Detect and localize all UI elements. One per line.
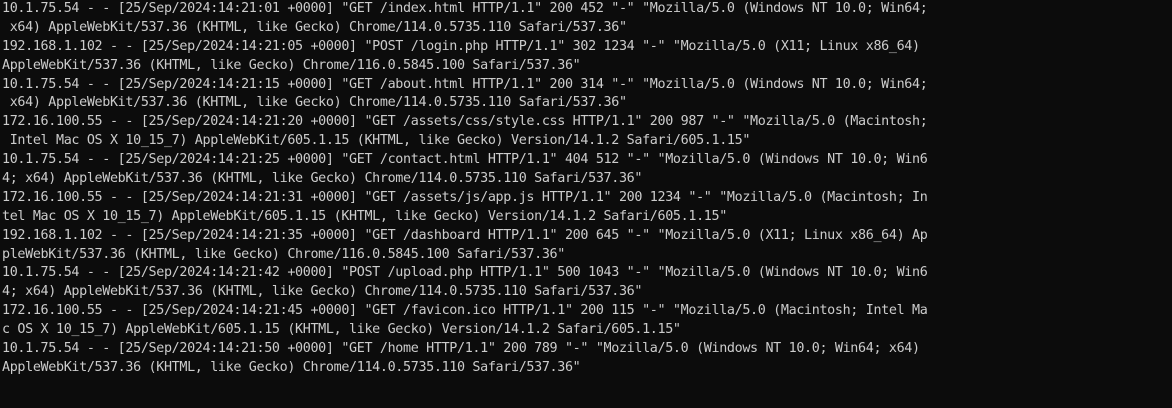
log-line: 172.16.100.55 - - [25/Sep/2024:14:21:20 …: [2, 114, 928, 130]
terminal-output[interactable]: 10.1.75.54 - - [25/Sep/2024:14:21:01 +00…: [0, 0, 1172, 408]
log-line: c OS X 10_15_7) AppleWebKit/605.1.15 (KH…: [2, 322, 681, 338]
log-line: 10.1.75.54 - - [25/Sep/2024:14:21:15 +00…: [2, 76, 928, 92]
log-line: 10.1.75.54 - - [25/Sep/2024:14:21:25 +00…: [2, 152, 928, 168]
log-line: 10.1.75.54 - - [25/Sep/2024:14:21:50 +00…: [2, 341, 920, 357]
log-line: 192.168.1.102 - - [25/Sep/2024:14:21:35 …: [2, 227, 928, 243]
log-line: x64) AppleWebKit/537.36 (KHTML, like Gec…: [2, 19, 627, 35]
log-line: 10.1.75.54 - - [25/Sep/2024:14:21:42 +00…: [2, 265, 928, 281]
log-line: pleWebKit/537.36 (KHTML, like Gecko) Chr…: [2, 246, 565, 262]
log-line: tel Mac OS X 10_15_7) AppleWebKit/605.1.…: [2, 208, 727, 224]
log-line: AppleWebKit/537.36 (KHTML, like Gecko) C…: [2, 359, 581, 375]
log-line: x64) AppleWebKit/537.36 (KHTML, like Gec…: [2, 95, 627, 111]
log-line: 4; x64) AppleWebKit/537.36 (KHTML, like …: [2, 284, 643, 300]
log-line: 192.168.1.102 - - [25/Sep/2024:14:21:05 …: [2, 38, 920, 54]
log-line: 10.1.75.54 - - [25/Sep/2024:14:21:01 +00…: [2, 1, 928, 16]
log-line: 172.16.100.55 - - [25/Sep/2024:14:21:45 …: [2, 303, 928, 319]
log-line: Intel Mac OS X 10_15_7) AppleWebKit/605.…: [2, 133, 751, 149]
log-line: 4; x64) AppleWebKit/537.36 (KHTML, like …: [2, 171, 643, 187]
log-line: 172.16.100.55 - - [25/Sep/2024:14:21:31 …: [2, 189, 928, 205]
log-line: AppleWebKit/537.36 (KHTML, like Gecko) C…: [2, 57, 581, 73]
